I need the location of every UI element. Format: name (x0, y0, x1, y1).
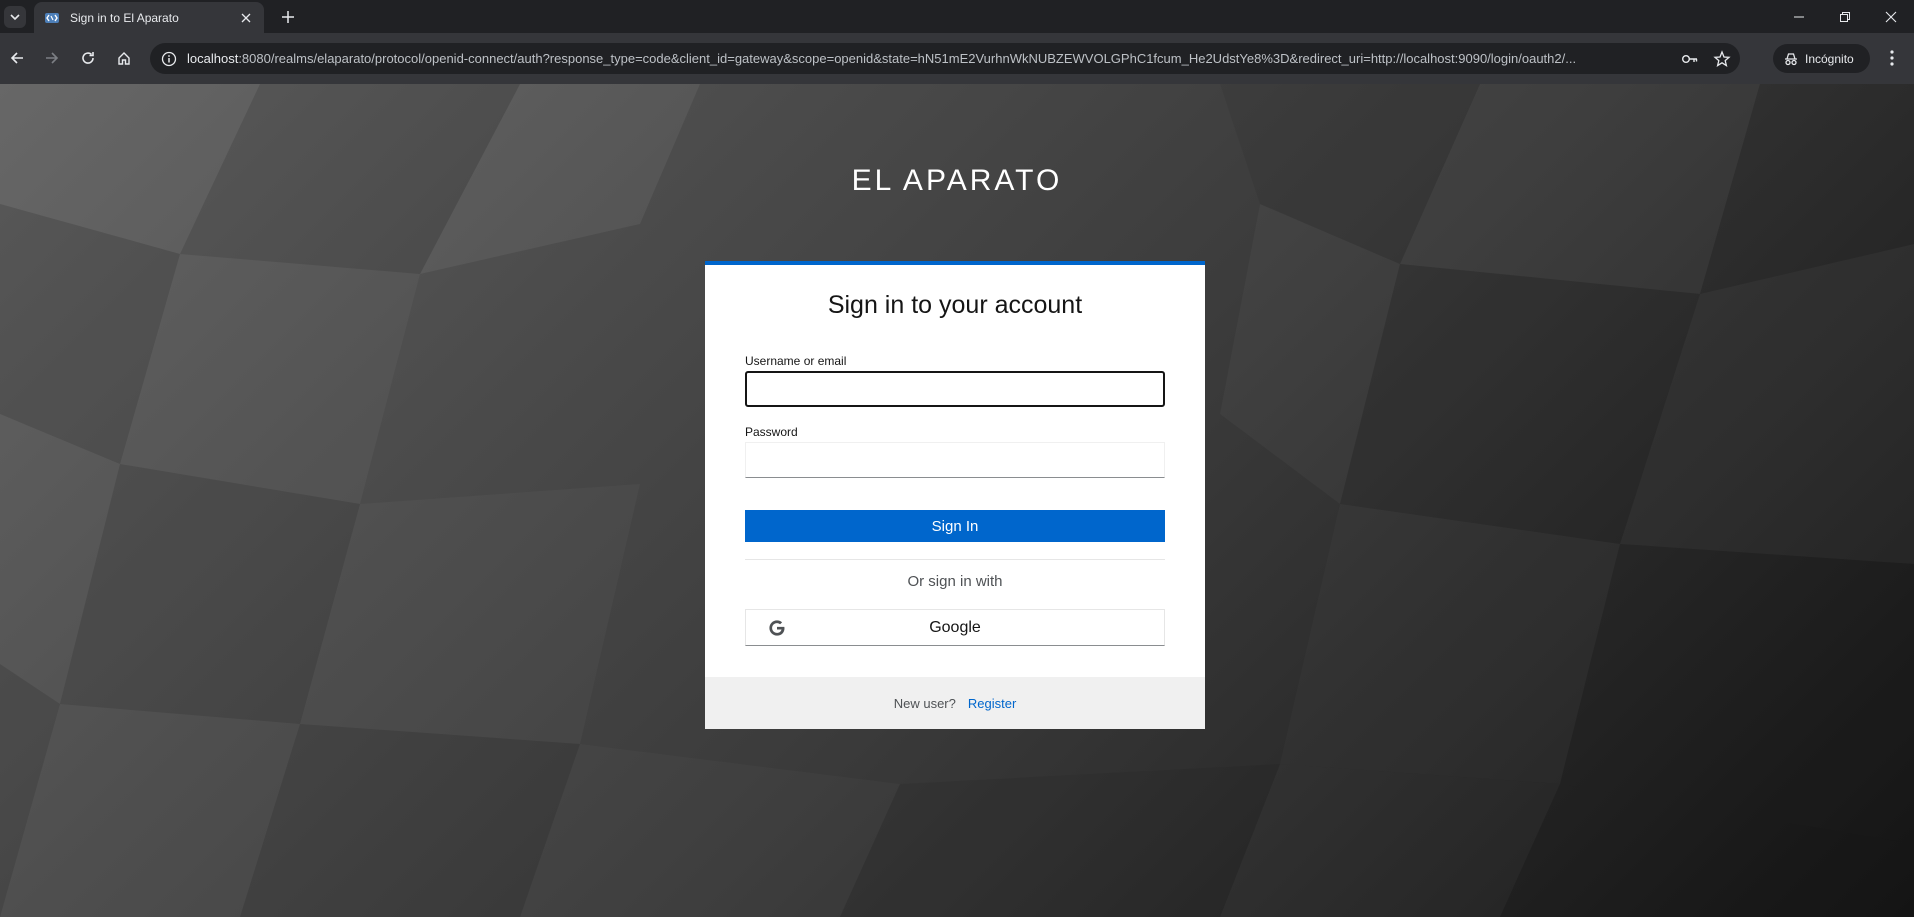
arrow-right-icon (46, 52, 59, 64)
divider (745, 559, 1165, 560)
password-label: Password (745, 425, 798, 439)
reload-icon (82, 52, 94, 64)
url-text[interactable]: localhost:8080/realms/elaparato/protocol… (187, 51, 1676, 66)
site-info-icon[interactable] (160, 50, 178, 68)
tab-close-icon[interactable] (238, 10, 254, 26)
restore-icon (1840, 11, 1850, 22)
arrow-left-icon (10, 52, 23, 64)
back-button[interactable] (3, 44, 31, 72)
password-key-icon[interactable] (1676, 45, 1704, 73)
incognito-indicator[interactable]: Incógnito (1773, 44, 1870, 73)
username-label: Username or email (745, 354, 847, 368)
incognito-icon (1785, 52, 1797, 65)
reload-button[interactable] (74, 44, 102, 72)
username-field[interactable] (745, 371, 1165, 407)
close-window-button[interactable] (1868, 0, 1914, 33)
restore-button[interactable] (1822, 0, 1868, 33)
realm-brand-title: EL APARATO (851, 164, 1063, 197)
password-field[interactable] (745, 442, 1165, 478)
minimize-button[interactable] (1776, 0, 1822, 33)
registration-footer: New user? Register (705, 677, 1205, 729)
bookmark-star-icon[interactable] (1708, 45, 1736, 73)
google-icon (769, 620, 785, 636)
page-viewport: EL APARATO Sign in to your account Usern… (0, 84, 1914, 917)
kebab-menu-icon (1890, 50, 1894, 66)
tab-title: Sign in to El Aparato (70, 10, 179, 25)
sign-in-button[interactable]: Sign In (745, 510, 1165, 542)
new-user-text: New user? (893, 695, 956, 711)
register-link[interactable]: Register (968, 696, 1016, 711)
url-host: localhost (187, 51, 239, 66)
home-icon (118, 52, 130, 65)
plus-icon (282, 11, 294, 23)
url-path: :8080/realms/elaparato/protocol/openid-c… (238, 51, 1577, 66)
page-title: Sign in to your account (827, 291, 1083, 319)
browser-menu-button[interactable] (1880, 46, 1904, 70)
address-bar[interactable]: localhost:8080/realms/elaparato/protocol… (150, 43, 1740, 74)
google-sign-in-button[interactable]: Google (745, 609, 1165, 646)
tab-strip: Sign in to El Aparato (0, 0, 1914, 33)
incognito-label: Incógnito (1805, 51, 1854, 66)
keycloak-favicon-icon (45, 12, 59, 23)
login-card: Sign in to your account Username or emai… (705, 261, 1205, 729)
close-icon (1885, 11, 1897, 22)
forward-button[interactable] (38, 44, 66, 72)
minimize-icon (1794, 16, 1804, 17)
or-sign-in-with-text: Or sign in with (907, 573, 1003, 590)
chevron-down-icon (10, 14, 20, 21)
tab-search-button[interactable] (4, 6, 26, 28)
browser-toolbar: localhost:8080/realms/elaparato/protocol… (0, 33, 1914, 84)
new-tab-button[interactable] (277, 6, 299, 28)
browser-tab[interactable]: Sign in to El Aparato (34, 2, 264, 33)
home-button[interactable] (110, 44, 138, 72)
google-label: Google (929, 618, 981, 636)
